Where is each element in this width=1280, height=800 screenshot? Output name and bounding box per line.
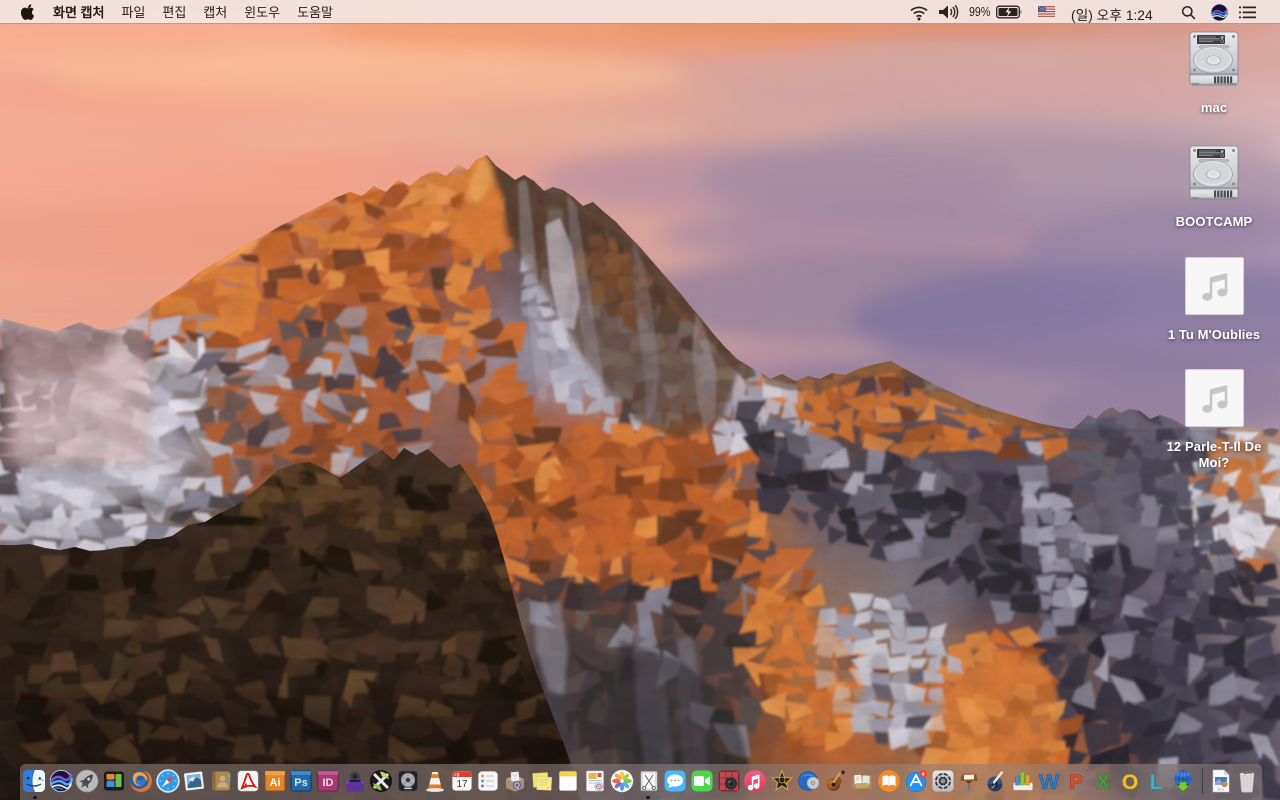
svg-text:6월: 6월 <box>454 771 459 776</box>
svg-text:P: P <box>1069 771 1083 793</box>
svg-text:MOV: MOV <box>1217 787 1224 791</box>
svg-text:Q: Q <box>514 782 520 789</box>
svg-text:17: 17 <box>456 779 468 790</box>
svg-text:4: 4 <box>921 771 924 777</box>
svg-text:ID: ID <box>322 777 333 789</box>
svg-text:Ps: Ps <box>294 777 307 789</box>
svg-text:Ai: Ai <box>269 777 280 789</box>
svg-text:W: W <box>1039 771 1059 793</box>
svg-text:L: L <box>1150 771 1163 793</box>
svg-text:O: O <box>1121 771 1137 793</box>
svg-text:X: X <box>1096 771 1110 793</box>
